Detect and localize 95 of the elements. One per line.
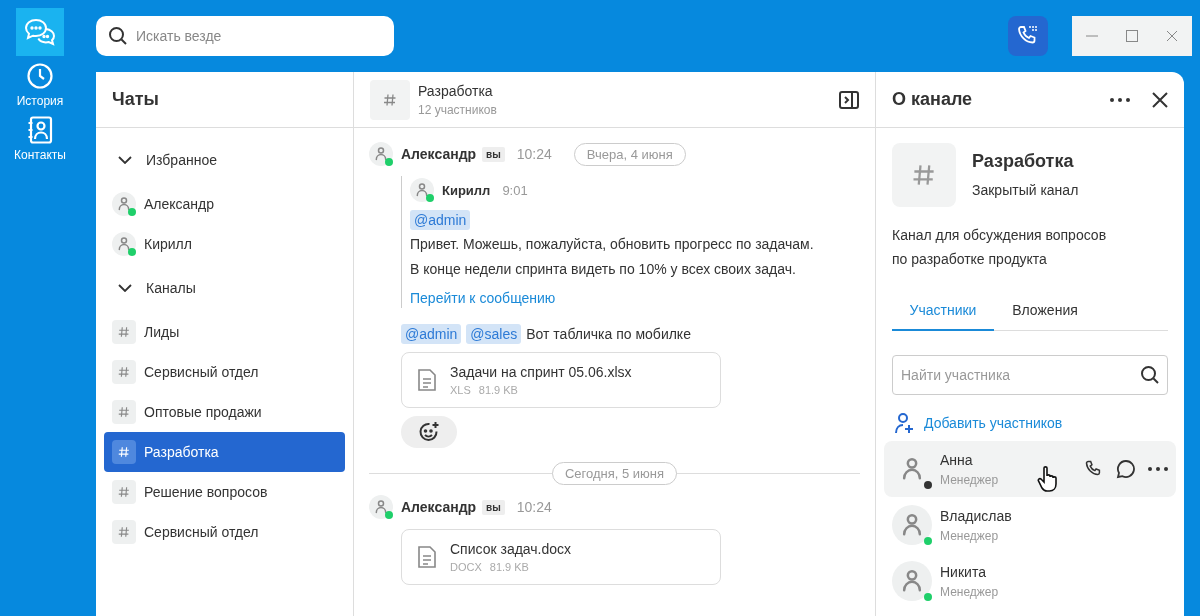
go-to-message-link[interactable]: Перейти к сообщению bbox=[410, 288, 556, 308]
chat-list-item[interactable]: Разработка bbox=[104, 432, 345, 472]
tab[interactable]: Участники bbox=[892, 291, 994, 331]
date-label: Вчера, 4 июня bbox=[573, 142, 686, 166]
document-icon bbox=[418, 546, 436, 568]
hash-icon bbox=[112, 440, 136, 464]
file-size: 81.9 KB bbox=[478, 384, 518, 396]
contacts-book-icon bbox=[27, 116, 53, 144]
more-button[interactable] bbox=[1148, 467, 1168, 471]
more-button[interactable] bbox=[1110, 97, 1130, 102]
hash-icon bbox=[370, 79, 410, 120]
message-text: Привет. Можешь, пожалуйста, обновить прогресс по задачам. bbox=[410, 235, 814, 254]
file-type: DOCX bbox=[450, 561, 482, 573]
panel-title: Чаты bbox=[112, 89, 159, 110]
close-icon bbox=[1152, 91, 1168, 108]
member-row[interactable]: Анна Менеджер bbox=[884, 441, 1176, 497]
close-icon bbox=[1166, 30, 1178, 42]
file-name: Список задач.docx bbox=[450, 541, 572, 557]
clock-icon bbox=[26, 62, 54, 90]
member-name: Владислав bbox=[940, 507, 1012, 524]
channel-name: Разработка bbox=[972, 151, 1075, 172]
more-icon bbox=[1110, 97, 1130, 102]
avatar-icon bbox=[369, 142, 393, 166]
member-name: Анна bbox=[940, 451, 973, 468]
avatar-icon bbox=[112, 192, 136, 216]
hash-icon bbox=[112, 320, 136, 344]
group-header[interactable]: Избранное bbox=[104, 140, 345, 180]
member-row[interactable]: Никита Менеджер bbox=[884, 553, 1176, 609]
chat-list-item[interactable]: Сервисный отдел bbox=[104, 512, 345, 552]
member-role: Менеджер bbox=[940, 528, 999, 543]
member-role: Менеджер bbox=[940, 584, 999, 599]
hash-icon bbox=[112, 480, 136, 504]
message-time: 9:01 bbox=[502, 182, 528, 198]
close-button[interactable] bbox=[1152, 91, 1168, 108]
contacts-tab[interactable]: Контакты bbox=[10, 114, 70, 164]
call-button[interactable] bbox=[1008, 16, 1048, 56]
panel-title: О канале bbox=[892, 89, 974, 110]
more-icon bbox=[1148, 467, 1168, 471]
member-count: 12 участников bbox=[418, 102, 498, 117]
panel-toggle-icon bbox=[839, 90, 859, 109]
channel-description: Канал для обсуждения вопросов по разработке продукта bbox=[892, 226, 1108, 269]
message-time: 10:24 bbox=[516, 146, 552, 162]
toggle-panel-button[interactable] bbox=[839, 90, 859, 109]
you-badge: вы bbox=[482, 499, 505, 515]
chat-list-item[interactable]: Александр bbox=[104, 184, 345, 224]
history-tab[interactable]: История bbox=[12, 60, 68, 110]
member-role: Менеджер bbox=[940, 472, 999, 487]
avatar-icon bbox=[892, 561, 932, 601]
author-name: Кирилл bbox=[442, 182, 491, 198]
search-field[interactable]: Искать везде bbox=[96, 16, 394, 56]
chat-list-item[interactable]: Оптовые продажи bbox=[104, 392, 345, 432]
speech-bubble-icon bbox=[1116, 459, 1136, 479]
hash-icon bbox=[112, 400, 136, 424]
message-button[interactable] bbox=[1116, 459, 1136, 479]
maximize-icon bbox=[1126, 30, 1138, 42]
chat-bubbles-icon bbox=[24, 18, 56, 46]
search-icon bbox=[108, 26, 128, 46]
date-separator: Сегодня, 5 июня bbox=[551, 462, 678, 485]
chat-list-item[interactable]: Решение вопросов bbox=[104, 472, 345, 512]
hash-icon bbox=[892, 143, 956, 207]
add-reaction-button[interactable] bbox=[401, 416, 457, 448]
file-type: XLS bbox=[450, 384, 471, 396]
document-icon bbox=[418, 369, 436, 391]
file-name: Задачи на спринт 05.06.xlsx bbox=[450, 364, 632, 380]
chat-list-item[interactable]: Лиды bbox=[104, 312, 345, 352]
channel-type: Закрытый канал bbox=[972, 182, 1079, 198]
message-text: В конце недели спринта видеть по 10% у всех своих задач. bbox=[410, 260, 796, 279]
message-time: 10:24 bbox=[516, 499, 552, 515]
avatar-icon bbox=[892, 505, 932, 545]
member-row[interactable]: Владислав Менеджер bbox=[884, 497, 1176, 553]
file-attachment[interactable]: Список задач.docx DOCX 81.9 KB bbox=[401, 529, 721, 585]
hash-icon bbox=[112, 360, 136, 384]
search-icon bbox=[1140, 365, 1160, 385]
member-search-field[interactable]: Найти участника bbox=[892, 355, 1168, 395]
minimize-icon bbox=[1086, 35, 1098, 37]
author-name: Александр bbox=[401, 499, 477, 515]
add-members-button[interactable]: Добавить участников bbox=[894, 413, 1063, 433]
group-header[interactable]: Каналы bbox=[104, 268, 345, 308]
channel-title: Разработка bbox=[418, 82, 494, 99]
message-text: Вот табличка по мобилке bbox=[526, 326, 691, 342]
hash-icon bbox=[112, 520, 136, 544]
you-badge: вы bbox=[482, 146, 505, 162]
hand-cursor-icon bbox=[1036, 465, 1060, 493]
avatar-icon bbox=[410, 178, 434, 202]
member-name: Никита bbox=[940, 563, 986, 580]
author-name: Александр bbox=[401, 146, 477, 162]
add-person-icon bbox=[894, 412, 914, 434]
smiley-plus-icon bbox=[418, 421, 440, 443]
file-attachment[interactable]: Задачи на спринт 05.06.xlsx XLS 81.9 KB bbox=[401, 352, 721, 408]
avatar-icon bbox=[112, 232, 136, 256]
chat-list-item[interactable]: Сервисный отдел bbox=[104, 352, 345, 392]
file-size: 81.9 KB bbox=[489, 561, 529, 573]
chat-list-item[interactable]: Кирилл bbox=[104, 224, 345, 264]
tab[interactable]: Вложения bbox=[994, 291, 1096, 331]
avatar-icon bbox=[369, 495, 393, 519]
